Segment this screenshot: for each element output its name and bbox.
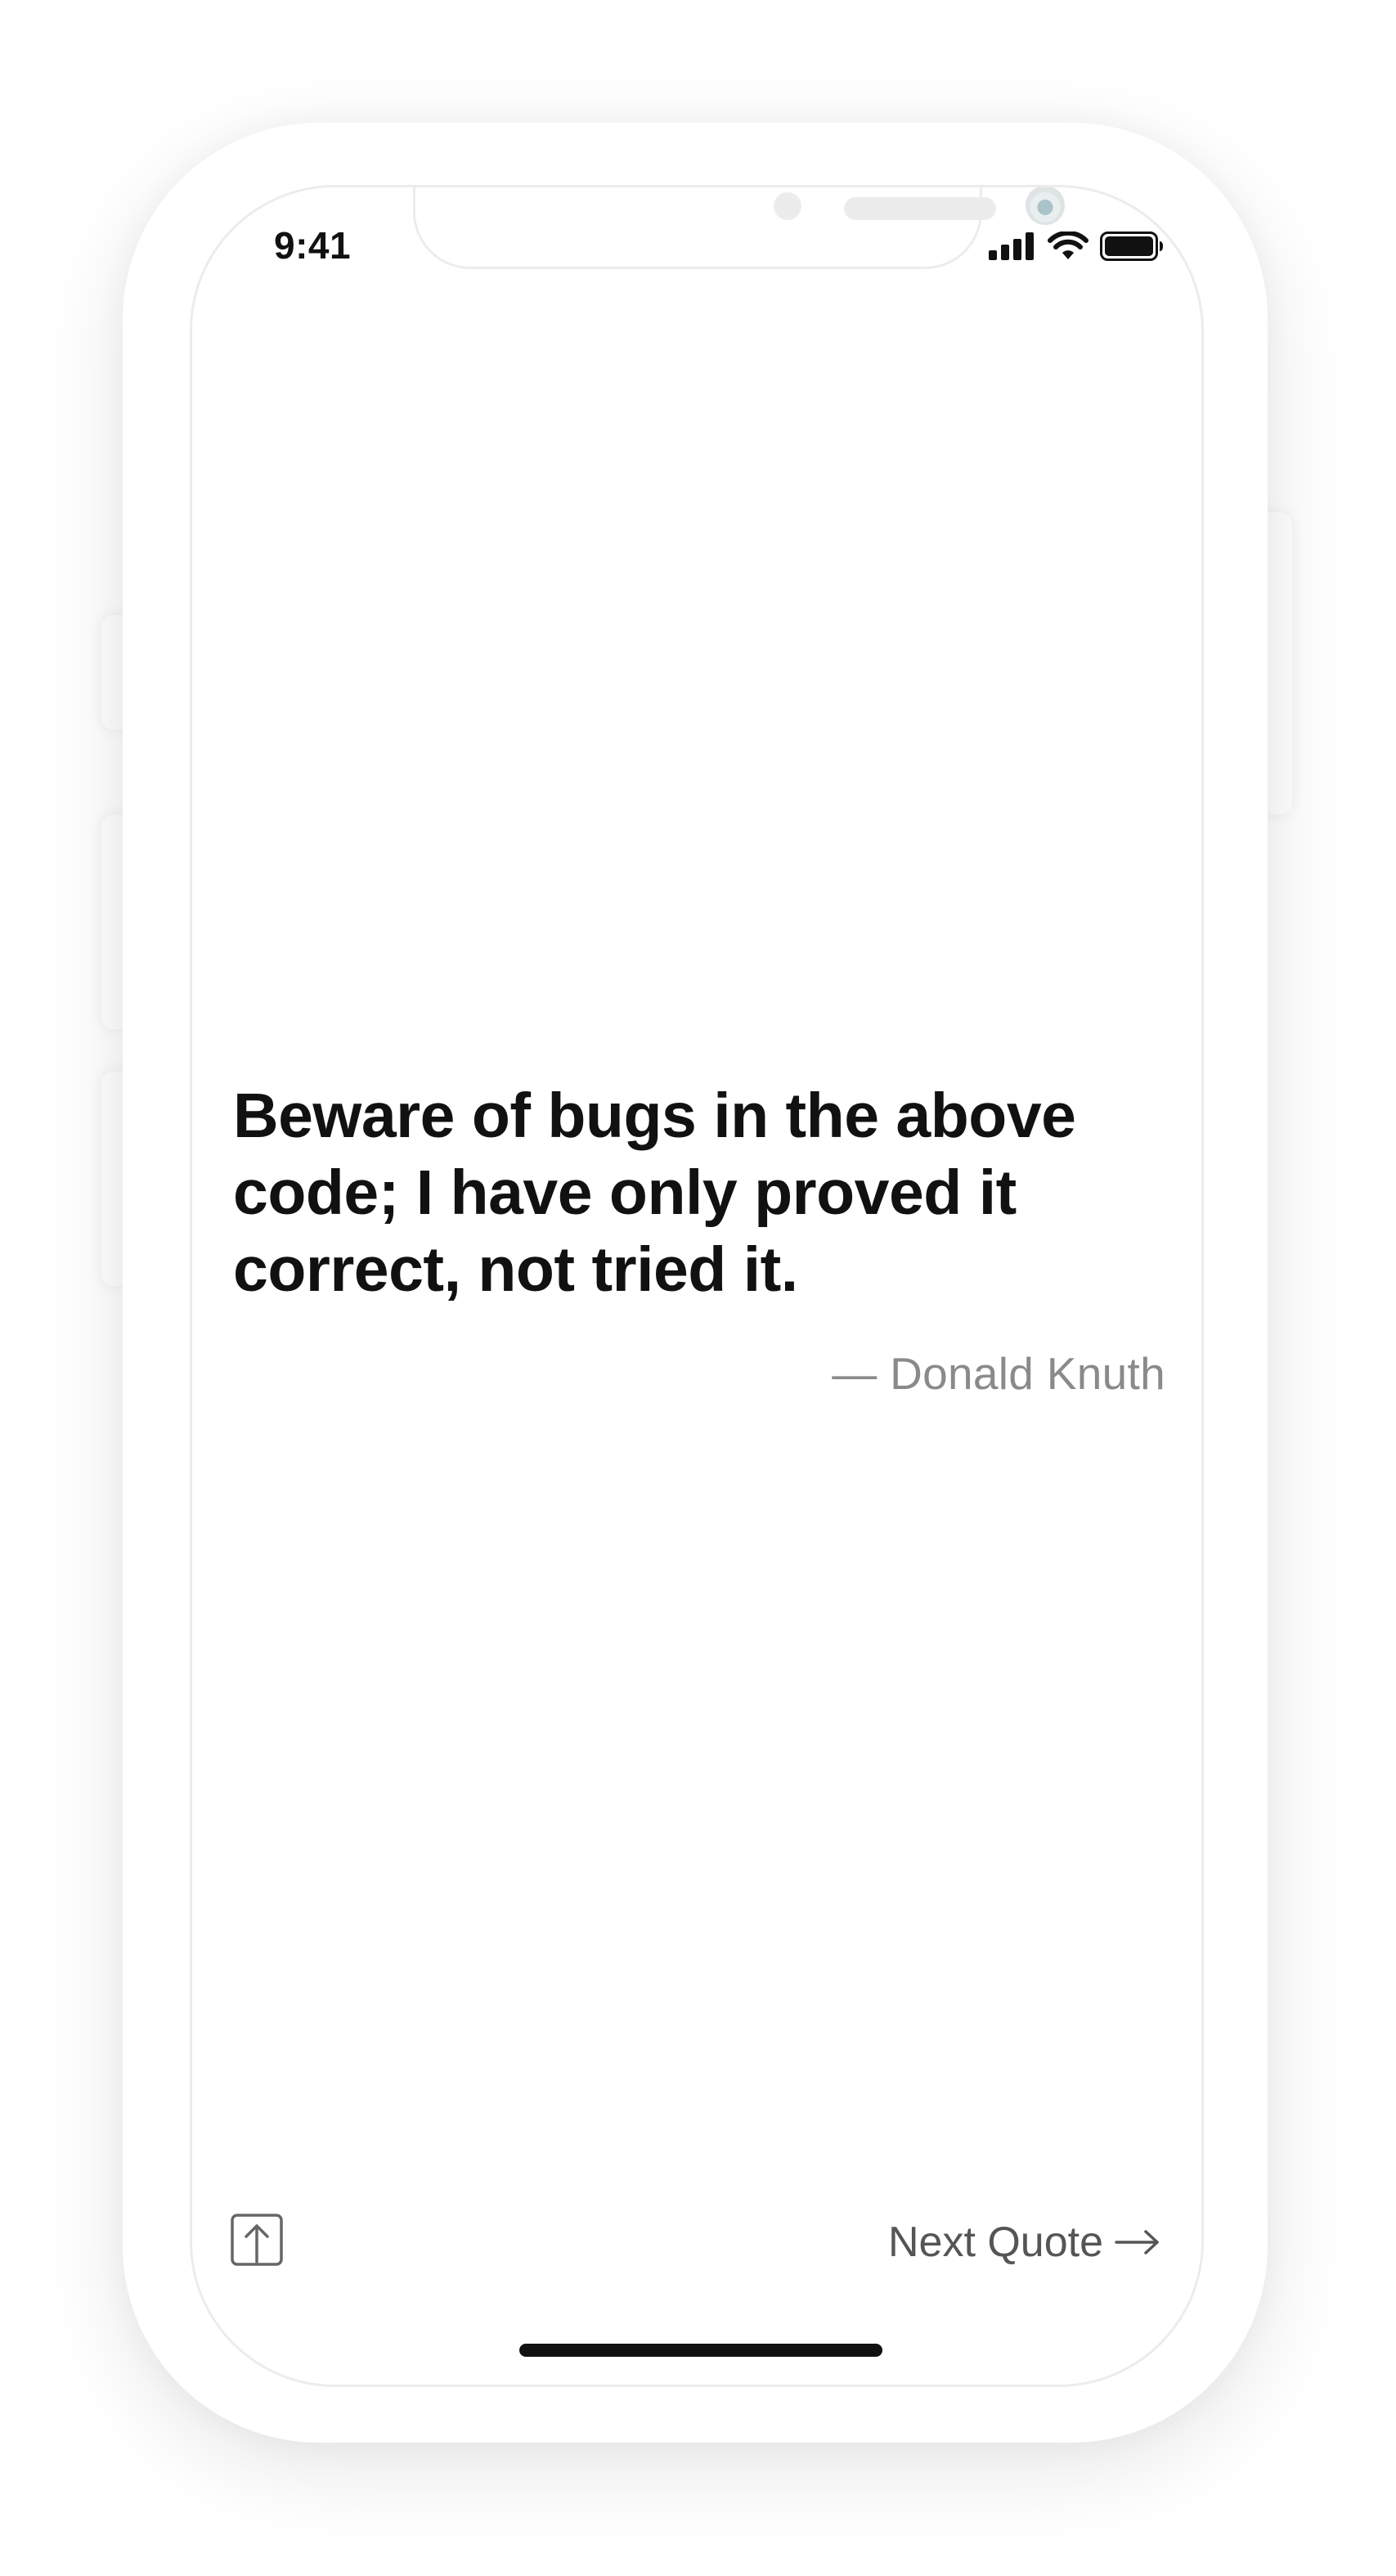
next-quote-label: Next Quote [887, 2219, 1103, 2266]
quote-card: Beware of bugs in the above code; I have… [233, 1077, 1165, 1400]
speaker-grille [844, 197, 996, 220]
notch [413, 187, 1065, 269]
status-icons [989, 232, 1164, 261]
device-mockup: 9:41 Beware of bugs in the above code; I… [0, 0, 1396, 2576]
power-button [1264, 512, 1292, 815]
front-camera [1026, 187, 1065, 225]
status-time: 9:41 [274, 224, 352, 267]
quote-text: Beware of bugs in the above code; I have… [233, 1081, 1076, 1305]
wifi-icon [1048, 232, 1089, 259]
app-screen: 9:41 Beware of bugs in the above code; I… [190, 185, 1204, 2387]
arrow-right-icon [1115, 2230, 1159, 2255]
home-indicator[interactable] [519, 2344, 882, 2357]
sensor-dot [774, 192, 801, 220]
battery-icon [1100, 232, 1163, 261]
share-icon [231, 2214, 283, 2266]
next-quote-button[interactable]: Next Quote [888, 2218, 1160, 2267]
cellular-signal-icon [989, 232, 1034, 260]
quote-author: — Donald Knuth [832, 1348, 1165, 1399]
share-button[interactable] [230, 2213, 284, 2267]
